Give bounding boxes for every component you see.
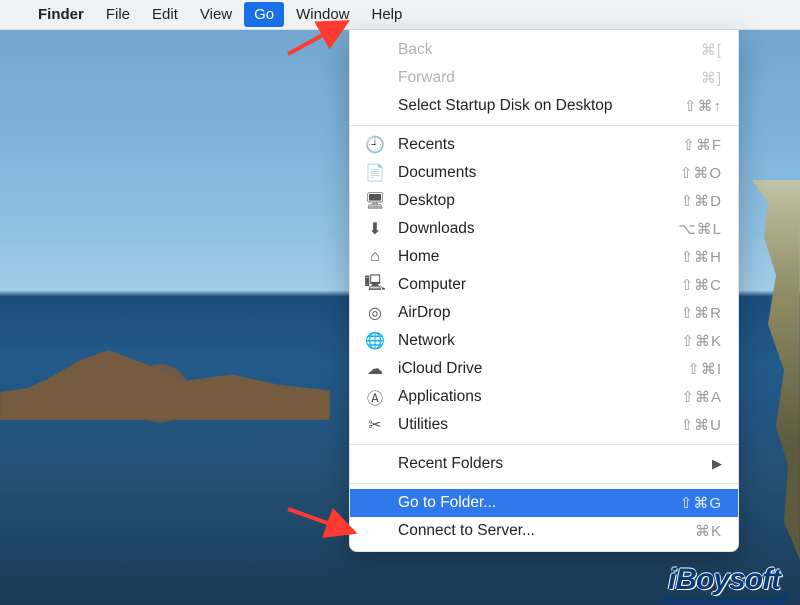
computer-icon: 🖳: [364, 272, 386, 299]
menu-window[interactable]: Window: [286, 2, 359, 27]
menu-item-utilities[interactable]: ✂︎ Utilities ⇧⌘U: [350, 411, 738, 439]
menu-item-label: Desktop: [398, 192, 669, 210]
menubar: Finder File Edit View Go Window Help: [0, 0, 800, 30]
menu-item-label: Back: [398, 41, 689, 59]
menu-item-label: Applications: [398, 388, 669, 406]
menu-item-label: Forward: [398, 69, 689, 87]
menu-finder[interactable]: Finder: [28, 2, 94, 27]
menu-help[interactable]: Help: [362, 2, 413, 27]
menu-item-label: Computer: [398, 276, 669, 294]
menu-item-label: Recents: [398, 136, 670, 154]
menu-shortcut: ⌘K: [695, 522, 722, 540]
menu-edit[interactable]: Edit: [142, 2, 188, 27]
applications-icon: Ⓐ: [364, 385, 386, 409]
recents-icon: 🕘: [364, 135, 386, 155]
home-icon: ⌂: [364, 248, 386, 266]
menu-item-label: Recent Folders: [398, 455, 700, 473]
menu-shortcut: ⇧⌘K: [681, 332, 722, 350]
go-menu-dropdown: Back ⌘[ Forward ⌘] Select Startup Disk on De…: [349, 30, 739, 552]
menu-go[interactable]: Go: [244, 2, 284, 27]
menu-item-network[interactable]: 🌐 Network ⇧⌘K: [350, 327, 738, 355]
wallpaper-coastline: [0, 350, 330, 420]
menu-separator: [350, 444, 738, 445]
menu-item-recent-folders[interactable]: Recent Folders ▶: [350, 450, 738, 478]
menu-shortcut: ⇧⌘A: [681, 388, 722, 406]
menu-item-airdrop[interactable]: ◎ AirDrop ⇧⌘R: [350, 299, 738, 327]
menu-separator: [350, 125, 738, 126]
menu-item-back: Back ⌘[: [350, 36, 738, 64]
menu-item-documents[interactable]: 📄 Documents ⇧⌘O: [350, 159, 738, 187]
watermark: iBoysoft: [668, 563, 780, 597]
menu-shortcut: ⇧⌘F: [682, 136, 722, 154]
menu-view[interactable]: View: [190, 2, 242, 27]
menu-item-label: Home: [398, 248, 669, 266]
menu-item-select-startup-disk-on-desktop[interactable]: Select Startup Disk on Desktop ⇧⌘↑: [350, 92, 738, 120]
menu-shortcut: ⇧⌘C: [681, 276, 722, 294]
utilities-icon: ✂︎: [364, 415, 386, 435]
network-icon: 🌐: [364, 331, 386, 351]
menu-item-label: Go to Folder...: [398, 494, 668, 512]
menu-item-label: Documents: [398, 164, 668, 182]
documents-icon: 📄: [364, 163, 386, 183]
menu-item-applications[interactable]: Ⓐ Applications ⇧⌘A: [350, 383, 738, 411]
menu-shortcut: ⇧⌘G: [680, 494, 722, 512]
menu-item-label: AirDrop: [398, 304, 669, 322]
menu-shortcut: ⇧⌘H: [681, 248, 722, 266]
menu-item-label: Downloads: [398, 220, 666, 238]
menu-item-home[interactable]: ⌂ Home ⇧⌘H: [350, 243, 738, 271]
menu-file[interactable]: File: [96, 2, 140, 27]
menu-shortcut: ⌘[: [701, 41, 722, 59]
menu-item-desktop[interactable]: 🖥 Desktop ⇧⌘D: [350, 187, 738, 215]
menu-item-recents[interactable]: 🕘 Recents ⇧⌘F: [350, 131, 738, 159]
downloads-icon: ⬇︎: [364, 219, 386, 239]
menu-shortcut: ⇧⌘R: [681, 304, 722, 322]
menu-shortcut: ⇧⌘O: [680, 164, 722, 182]
menu-item-label: Select Startup Disk on Desktop: [398, 97, 672, 115]
menu-item-go-to-folder[interactable]: Go to Folder... ⇧⌘G: [350, 489, 738, 517]
menu-item-downloads[interactable]: ⬇︎ Downloads ⌥⌘L: [350, 215, 738, 243]
menu-item-connect-to-server[interactable]: Connect to Server... ⌘K: [350, 517, 738, 545]
icloud-icon: ☁︎: [364, 359, 386, 379]
menu-shortcut: ⇧⌘D: [681, 192, 722, 210]
menu-separator: [350, 483, 738, 484]
menu-shortcut: ⇧⌘U: [681, 416, 722, 434]
menu-shortcut: ⇧⌘I: [687, 360, 722, 378]
menu-shortcut: ⇧⌘↑: [684, 97, 722, 115]
airdrop-icon: ◎: [364, 303, 386, 323]
menu-shortcut: ⌘]: [701, 69, 722, 87]
menu-item-label: Utilities: [398, 416, 669, 434]
menu-item-icloud-drive[interactable]: ☁︎ iCloud Drive ⇧⌘I: [350, 355, 738, 383]
submenu-arrow-icon: ▶: [712, 456, 722, 472]
menu-item-label: iCloud Drive: [398, 360, 675, 378]
menu-item-computer[interactable]: 🖳 Computer ⇧⌘C: [350, 271, 738, 299]
desktop-icon: 🖥: [364, 191, 386, 211]
menu-item-label: Network: [398, 332, 669, 350]
menu-item-label: Connect to Server...: [398, 522, 683, 540]
menu-item-forward: Forward ⌘]: [350, 64, 738, 92]
menu-shortcut: ⌥⌘L: [678, 220, 722, 238]
